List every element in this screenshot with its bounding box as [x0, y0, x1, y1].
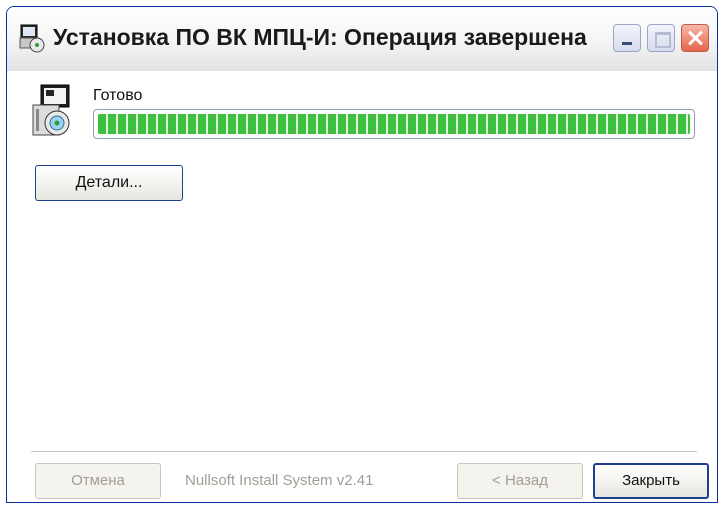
title-bar[interactable]: Установка ПО ВК МПЦ-И: Операция завершен… [7, 7, 717, 72]
content-area: Готово Детали... Отмена Nullsoft Install… [7, 71, 717, 502]
progress-bar [93, 109, 695, 139]
install-package-icon [32, 84, 70, 136]
close-window-button[interactable] [681, 24, 709, 52]
minimize-button[interactable] [613, 24, 641, 52]
separator [31, 451, 697, 453]
installer-window: Установка ПО ВК МПЦ-И: Операция завершен… [6, 6, 718, 503]
status-label: Готово [93, 87, 143, 104]
installer-icon [19, 24, 45, 53]
details-button-label: Детали... [75, 174, 143, 191]
back-button-label: < Назад [492, 472, 548, 489]
details-button[interactable]: Детали... [35, 165, 183, 201]
close-button-label: Закрыть [622, 472, 680, 489]
cancel-button[interactable]: Отмена [35, 463, 161, 499]
finish-close-button[interactable]: Закрыть [593, 463, 709, 499]
progress-fill [98, 114, 690, 134]
back-button[interactable]: < Назад [457, 463, 583, 499]
branding-text: Nullsoft Install System v2.41 [185, 472, 374, 489]
cancel-button-label: Отмена [71, 472, 125, 489]
window-title: Установка ПО ВК МПЦ-И: Операция завершен… [53, 24, 587, 50]
maximize-button [647, 24, 675, 52]
